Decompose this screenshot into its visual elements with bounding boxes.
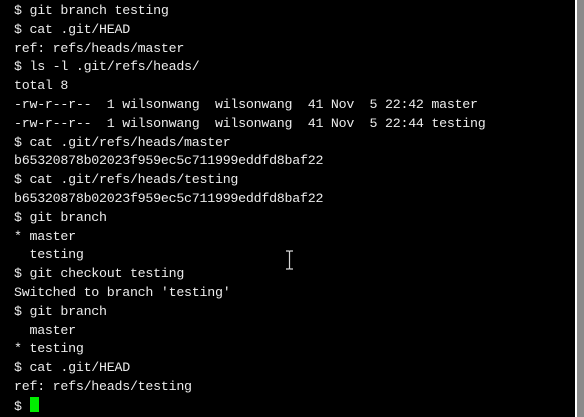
terminal-line: $ git branch xyxy=(14,209,107,225)
terminal-line: * master xyxy=(14,228,76,244)
terminal-output: $ git branch testing $ cat .git/HEAD ref… xyxy=(14,2,486,416)
terminal-line: total 8 xyxy=(14,78,69,94)
window-frame-edge xyxy=(577,0,584,417)
terminal-line: ref: refs/heads/testing xyxy=(14,378,192,394)
terminal-line: * testing xyxy=(14,341,84,357)
prompt-line[interactable]: $ xyxy=(14,396,486,416)
terminal-window[interactable]: $ git branch testing $ cat .git/HEAD ref… xyxy=(0,0,575,417)
terminal-line: ref: refs/heads/master xyxy=(14,40,185,56)
terminal-line: b65320878b02023f959ec5c711999eddfd8baf22 xyxy=(14,190,324,206)
terminal-line: b65320878b02023f959ec5c711999eddfd8baf22 xyxy=(14,153,324,169)
terminal-line: $ ls -l .git/refs/heads/ xyxy=(14,59,200,75)
terminal-line: $ cat .git/HEAD xyxy=(14,360,130,376)
terminal-line: -rw-r--r-- 1 wilsonwang wilsonwang 41 No… xyxy=(14,96,478,112)
terminal-line: Switched to branch 'testing' xyxy=(14,284,231,300)
terminal-line: master xyxy=(14,322,76,338)
terminal-line: -rw-r--r-- 1 wilsonwang wilsonwang 41 No… xyxy=(14,115,486,131)
ibeam-cursor-icon xyxy=(286,250,293,270)
terminal-line: $ git checkout testing xyxy=(14,266,185,282)
terminal-line: $ git branch testing xyxy=(14,3,169,18)
terminal-line: $ git branch xyxy=(14,303,107,319)
terminal-line: testing xyxy=(14,247,84,263)
text-cursor xyxy=(29,396,39,412)
terminal-line: $ cat .git/refs/heads/testing xyxy=(14,172,239,188)
prompt-symbol: $ xyxy=(14,398,22,414)
terminal-line: $ cat .git/refs/heads/master xyxy=(14,134,231,150)
terminal-line: $ cat .git/HEAD xyxy=(14,21,130,37)
